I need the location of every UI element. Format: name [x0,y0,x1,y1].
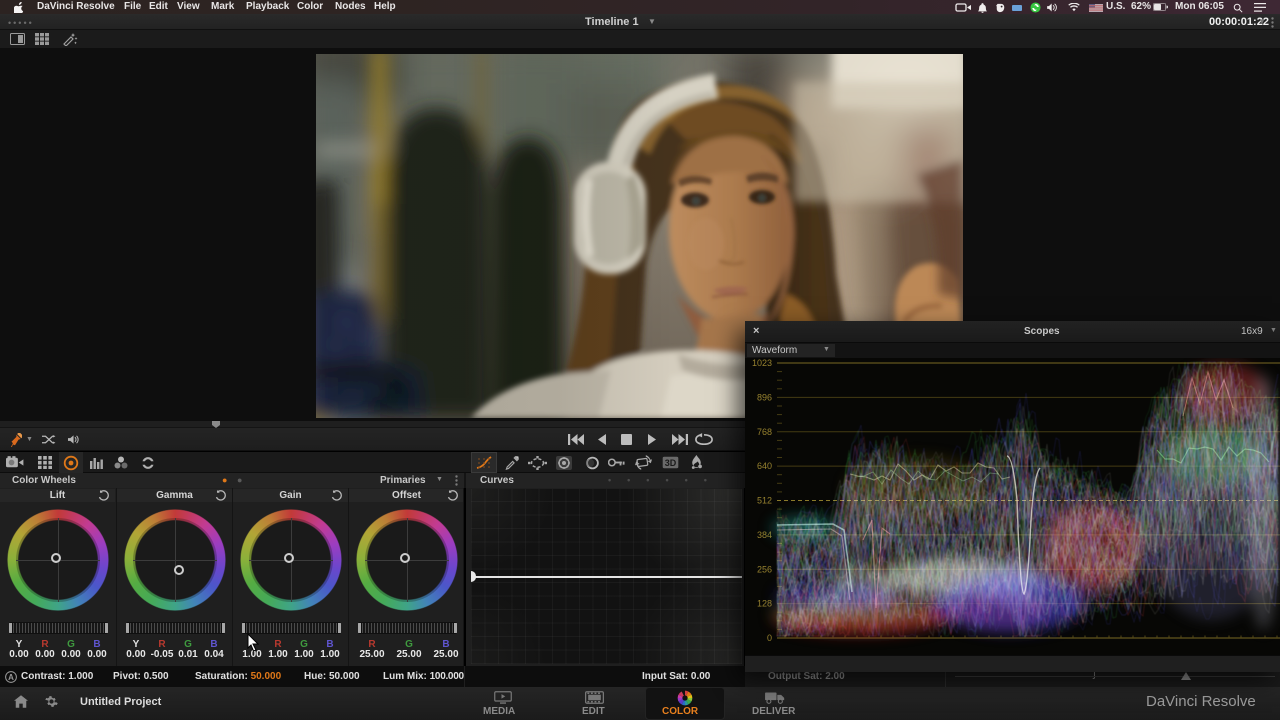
svg-text:128: 128 [757,599,772,609]
svg-text:512: 512 [757,496,772,506]
svg-text:1023: 1023 [752,358,772,368]
svg-text:A: A [8,673,14,682]
svg-text:384: 384 [757,530,772,540]
svg-text:640: 640 [757,461,772,471]
svg-text:768: 768 [757,427,772,437]
svg-text:0: 0 [767,633,772,643]
svg-text:256: 256 [757,564,772,574]
svg-text:3D: 3D [665,458,677,468]
svg-text:896: 896 [757,392,772,402]
